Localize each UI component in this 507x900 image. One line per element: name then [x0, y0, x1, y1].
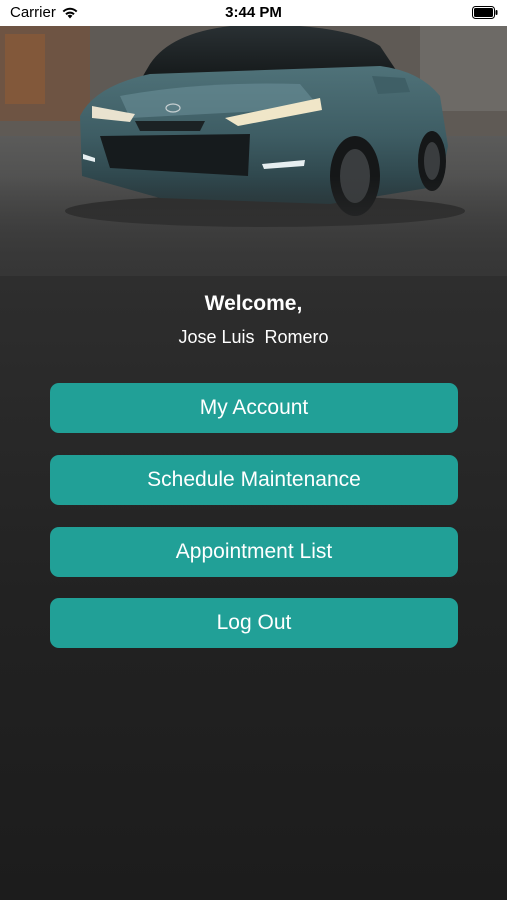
status-bar: Carrier 3:44 PM — [0, 0, 507, 26]
user-name: Jose Luis Romero — [178, 327, 329, 347]
appointment-list-button[interactable]: Appointment List — [50, 527, 458, 577]
log-out-label: Log Out — [216, 611, 292, 634]
battery-icon — [472, 6, 498, 19]
hero-car-image — [0, 26, 507, 276]
log-out-button[interactable]: Log Out — [50, 598, 458, 648]
status-time: 3:44 PM — [225, 4, 282, 21]
schedule-maintenance-label: Schedule Maintenance — [147, 468, 361, 491]
welcome-title: Welcome, — [204, 292, 303, 315]
car-hero-photo — [0, 26, 507, 276]
schedule-maintenance-button[interactable]: Schedule Maintenance — [50, 455, 458, 505]
appointment-list-label: Appointment List — [175, 540, 333, 563]
my-account-label: My Account — [199, 396, 309, 419]
my-account-button[interactable]: My Account — [50, 383, 458, 433]
